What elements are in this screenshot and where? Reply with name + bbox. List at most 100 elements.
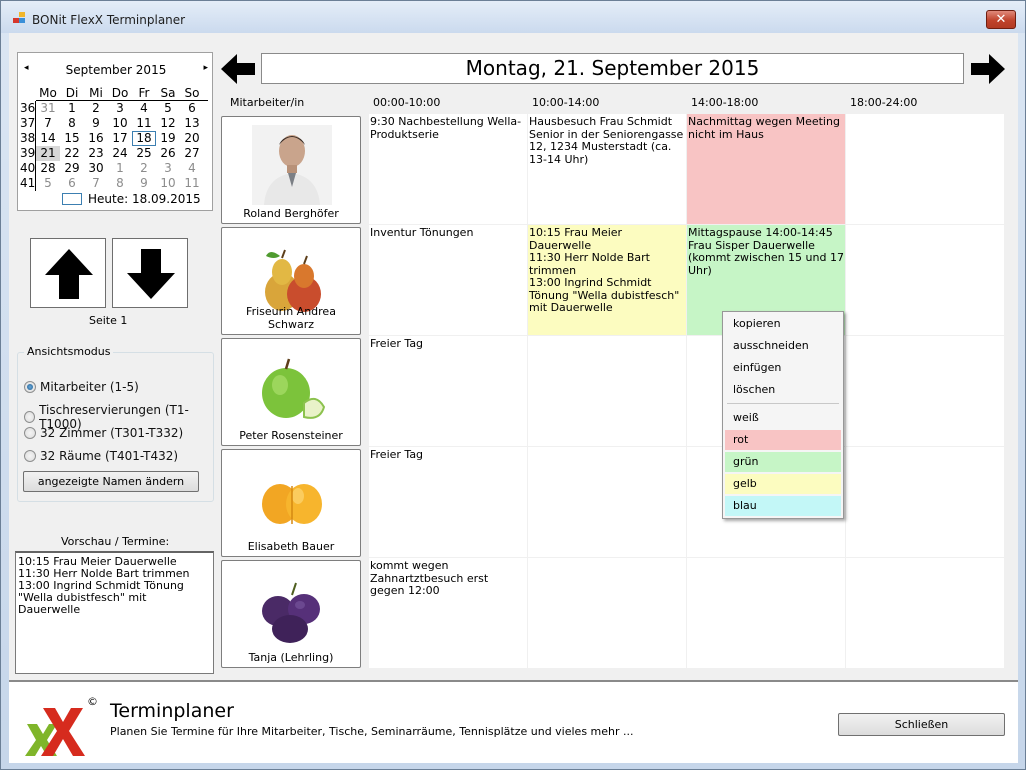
staff-button-1[interactable]: Roland Berghöfer: [221, 116, 361, 224]
appointment-cell[interactable]: [846, 558, 1005, 669]
calendar-day[interactable]: 26: [156, 146, 180, 161]
calendar-day[interactable]: 5: [156, 101, 180, 116]
calendar-day[interactable]: 6: [180, 101, 204, 116]
calendar-day[interactable]: 4: [180, 161, 204, 176]
appointment-cell[interactable]: 9:30 Nachbestellung Wella-Produktserie: [369, 114, 528, 225]
calendar-day[interactable]: 8: [108, 176, 132, 191]
view-mode-staff-radio[interactable]: Mitarbeiter (1-5): [24, 380, 139, 394]
staff-button-4[interactable]: Elisabeth Bauer: [221, 449, 361, 557]
calendar-weekday-header: So: [184, 86, 200, 100]
calendar-day[interactable]: 6: [60, 176, 84, 191]
calendar-day[interactable]: 12: [156, 116, 180, 131]
menu-item-delete[interactable]: löschen: [725, 380, 841, 400]
appointment-cell[interactable]: [846, 447, 1005, 558]
calendar-day[interactable]: 27: [180, 146, 204, 161]
calendar-day[interactable]: 19: [156, 131, 180, 146]
calendar-day[interactable]: 22: [60, 146, 84, 161]
calendar-day[interactable]: 2: [132, 161, 156, 176]
calendar-day[interactable]: 23: [84, 146, 108, 161]
calendar-day[interactable]: 3: [108, 101, 132, 116]
rename-names-button[interactable]: angezeigte Namen ändern: [23, 471, 199, 492]
month-calendar[interactable]: ◂ September 2015 ▸ Mo Di Mi Do Fr Sa So 36 31 1 2 3…: [17, 52, 213, 211]
appointment-cell[interactable]: Nachmittag wegen Meeting nicht im Haus: [687, 114, 846, 225]
radio-unselected-icon: [24, 411, 36, 423]
calendar-day[interactable]: 31: [36, 101, 60, 116]
calendar-day[interactable]: 7: [84, 176, 108, 191]
calendar-day[interactable]: 30: [84, 161, 108, 176]
calendar-day[interactable]: 4: [132, 101, 156, 116]
calendar-day[interactable]: 9: [132, 176, 156, 191]
calendar-today-marker: [62, 193, 82, 205]
appointment-cell[interactable]: [846, 336, 1005, 447]
calendar-weekday-header: Mo: [39, 86, 57, 100]
appointment-cell[interactable]: [528, 336, 687, 447]
menu-item-color-green[interactable]: grün: [725, 452, 841, 472]
preview-textbox[interactable]: 10:15 Frau Meier Dauerwelle 11:30 Herr N…: [15, 551, 214, 674]
menu-item-paste[interactable]: einfügen: [725, 358, 841, 378]
calendar-day[interactable]: 9: [84, 116, 108, 131]
appointment-cell[interactable]: [846, 114, 1005, 225]
appointment-cell[interactable]: 10:15 Frau Meier Dauerwelle 11:30 Herr N…: [528, 225, 687, 336]
menu-item-copy[interactable]: kopieren: [725, 314, 841, 334]
staff-button-2[interactable]: Friseurin Andrea Schwarz: [221, 227, 361, 335]
calendar-day[interactable]: 3: [156, 161, 180, 176]
calendar-day[interactable]: 15: [60, 131, 84, 146]
calendar-day[interactable]: 5: [36, 176, 60, 191]
menu-item-cut[interactable]: ausschneiden: [725, 336, 841, 356]
calendar-day[interactable]: 14: [36, 131, 60, 146]
staff-name: Friseurin Andrea Schwarz: [246, 305, 336, 331]
appointment-cell[interactable]: Freier Tag: [369, 447, 528, 558]
calendar-day[interactable]: 17: [108, 131, 132, 146]
calendar-next-month-icon[interactable]: ▸: [203, 63, 208, 73]
appointment-cell[interactable]: [846, 225, 1005, 336]
calendar-day[interactable]: 8: [60, 116, 84, 131]
page-down-button[interactable]: [112, 238, 188, 308]
view-mode-rooms-radio[interactable]: 32 Zimmer (T301-T332): [24, 426, 183, 440]
prev-day-arrow-icon[interactable]: [220, 53, 256, 85]
appointment-cell[interactable]: Hausbesuch Frau Schmidt Senior in der Se…: [528, 114, 687, 225]
calendar-week-number: 37: [20, 116, 36, 131]
radio-unselected-icon: [24, 427, 36, 439]
staff-name: Tanja (Lehrling): [248, 651, 334, 664]
calendar-day[interactable]: 2: [84, 101, 108, 116]
calendar-corner: [20, 86, 36, 101]
appointment-cell[interactable]: [528, 447, 687, 558]
view-mode-spaces-radio[interactable]: 32 Räume (T401-T432): [24, 449, 178, 463]
calendar-day[interactable]: 10: [108, 116, 132, 131]
appointment-cell[interactable]: Inventur Tönungen: [369, 225, 528, 336]
flexx-logo-icon: [25, 708, 85, 756]
calendar-day[interactable]: 1: [60, 101, 84, 116]
calendar-day[interactable]: 25: [132, 146, 156, 161]
page-up-button[interactable]: [30, 238, 106, 308]
close-button[interactable]: Schließen: [838, 713, 1005, 736]
appointment-cell[interactable]: kommt wegen Zahnartztbesuch erst gegen 1…: [369, 558, 528, 669]
window-close-button[interactable]: ✕: [986, 10, 1016, 29]
calendar-day[interactable]: 16: [84, 131, 108, 146]
calendar-day[interactable]: 10: [156, 176, 180, 191]
calendar-today-link[interactable]: Heute: 18.09.2015: [88, 192, 201, 206]
menu-item-color-red[interactable]: rot: [725, 430, 841, 450]
title-bar: BONit FlexX Terminplaner ✕: [1, 1, 1025, 33]
calendar-day[interactable]: 1: [108, 161, 132, 176]
calendar-day[interactable]: 11: [132, 116, 156, 131]
calendar-day[interactable]: 13: [180, 116, 204, 131]
menu-item-color-white[interactable]: weiß: [725, 408, 841, 428]
calendar-day[interactable]: 24: [108, 146, 132, 161]
appointment-cell[interactable]: [687, 558, 846, 669]
footer-subtitle: Planen Sie Termine für Ihre Mitarbeiter,…: [110, 725, 634, 738]
calendar-month-title[interactable]: September 2015: [18, 63, 214, 77]
staff-button-3[interactable]: Peter Rosensteiner: [221, 338, 361, 446]
calendar-day[interactable]: 18: [132, 131, 156, 146]
next-day-arrow-icon[interactable]: [970, 53, 1006, 85]
calendar-day[interactable]: 7: [36, 116, 60, 131]
calendar-day[interactable]: 20: [180, 131, 204, 146]
calendar-day[interactable]: 11: [180, 176, 204, 191]
menu-item-color-blue[interactable]: blau: [725, 496, 841, 516]
calendar-day[interactable]: 29: [60, 161, 84, 176]
staff-button-5[interactable]: Tanja (Lehrling): [221, 560, 361, 668]
calendar-day[interactable]: 21: [36, 146, 60, 161]
calendar-day[interactable]: 28: [36, 161, 60, 176]
appointment-cell[interactable]: [528, 558, 687, 669]
menu-item-color-yellow[interactable]: gelb: [725, 474, 841, 494]
appointment-cell[interactable]: Freier Tag: [369, 336, 528, 447]
